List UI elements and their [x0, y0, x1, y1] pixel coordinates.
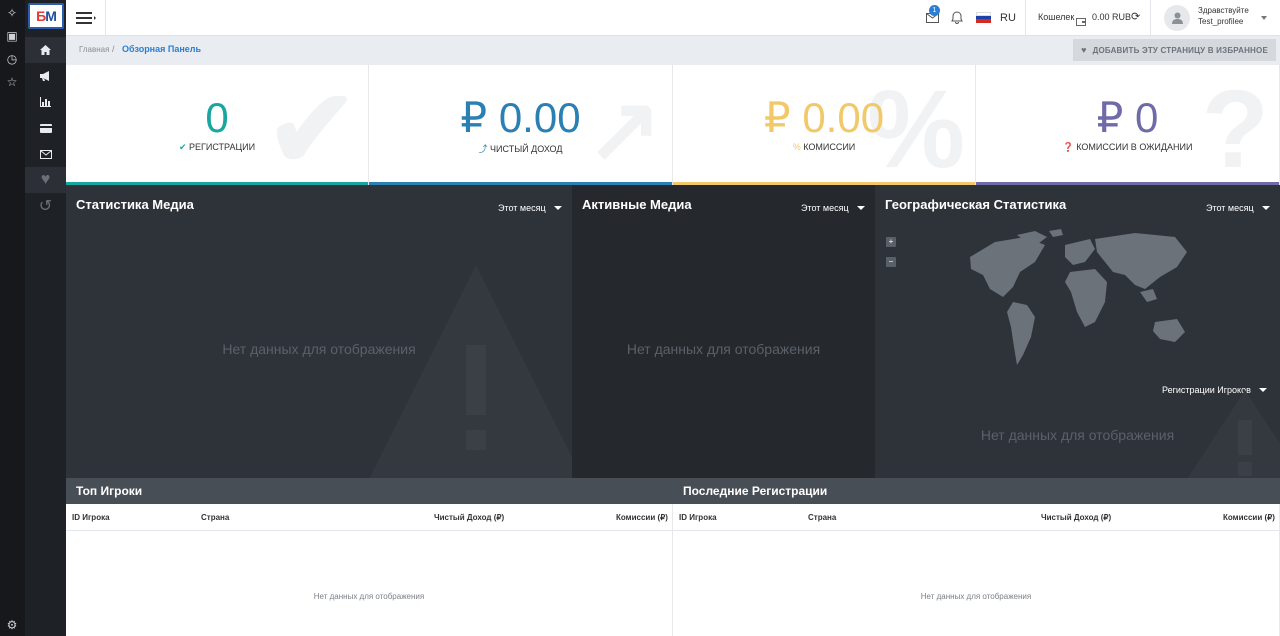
- column-header[interactable]: Комиссии (₽): [1223, 513, 1275, 522]
- kpi-pending-commissions: ? ₽ 0 ❓ КОМИССИИ В ОЖИДАНИИ: [976, 65, 1280, 185]
- menu-toggle-icon[interactable]: [66, 0, 106, 36]
- world-map[interactable]: [965, 227, 1195, 372]
- column-header[interactable]: Чистый Доход (₽): [434, 513, 504, 522]
- column-header[interactable]: ID Игрока: [72, 513, 110, 522]
- add-to-favorites-button[interactable]: ♥ ДОБАВИТЬ ЭТУ СТРАНИЦУ В ИЗБРАННОЕ: [1073, 39, 1276, 61]
- empty-state: Нет данных для отображения: [920, 592, 1032, 601]
- envelope-icon[interactable]: [25, 141, 66, 167]
- mail-badge: 1: [929, 5, 940, 16]
- empty-state: Нет данных для отображения: [313, 592, 425, 601]
- greeting-text: Здравствуйте: [1198, 6, 1249, 15]
- recent-registrations-header: Последние Регистрации: [673, 478, 1280, 504]
- period-dropdown[interactable]: Этот месяц: [498, 203, 562, 213]
- divider: [66, 530, 672, 531]
- breadcrumb-home[interactable]: Главная: [79, 45, 109, 54]
- wallet-amount: 0.00 RUB: [1092, 12, 1132, 22]
- username[interactable]: Test_profilee: [1198, 17, 1243, 26]
- breadcrumb-current: Обзорная Панель: [122, 44, 202, 54]
- caret-down-icon: [553, 206, 562, 210]
- warning-watermark-icon: [369, 265, 572, 478]
- panel-title: Статистика Медиа: [76, 197, 194, 212]
- column-header[interactable]: Страна: [808, 513, 836, 522]
- column-header[interactable]: Чистый Доход (₽): [1041, 513, 1111, 522]
- russia-flag-icon[interactable]: [976, 12, 991, 23]
- sidebar: БM ♥ ↺: [25, 0, 66, 636]
- star-icon[interactable]: ☆: [3, 73, 21, 91]
- kpi-net-income: ↗ ₽ 0.00 ⤴ ЧИСТЫЙ ДОХОД: [369, 65, 673, 185]
- caret-down-icon: [1261, 206, 1270, 210]
- app-rail: ✧ ▣ ◷ ☆ ⚙: [0, 0, 25, 636]
- bell-icon[interactable]: [951, 11, 963, 29]
- kpi-label: ❓ КОМИССИИ В ОЖИДАНИИ: [1062, 142, 1193, 152]
- top-players-header: Топ Игроки: [66, 478, 673, 504]
- kpi-value: ₽ 0: [1096, 94, 1159, 141]
- column-header[interactable]: Страна: [201, 513, 229, 522]
- kpi-label: ✔ РЕГИСТРАЦИИ: [178, 142, 256, 152]
- settings-gear-icon[interactable]: ⚙: [3, 616, 21, 634]
- heart-icon[interactable]: ♥: [25, 167, 66, 193]
- divider: [1025, 0, 1026, 36]
- history-icon[interactable]: ↺: [25, 193, 66, 219]
- kpi-value: ₽ 0.00: [460, 94, 581, 141]
- home-icon[interactable]: [25, 37, 66, 63]
- brand-logo[interactable]: БM: [28, 3, 64, 29]
- divider: [1150, 0, 1151, 36]
- wallet-label: Кошелек: [1038, 12, 1075, 22]
- megaphone-icon[interactable]: [25, 63, 66, 89]
- kpi-value: 0: [205, 94, 229, 141]
- avatar[interactable]: [1164, 5, 1190, 31]
- language-selector[interactable]: RU: [1000, 12, 1016, 24]
- percent-icon: %: [792, 142, 804, 152]
- panel-title: Географическая Статистика: [885, 197, 1067, 212]
- top-bar: 1 RU Кошелек 0.00 RUB ⟳ Здравствуйте Tes…: [66, 0, 1280, 36]
- map-zoom-out-button[interactable]: −: [886, 257, 896, 267]
- period-dropdown[interactable]: Этот месяц: [801, 203, 865, 213]
- period-dropdown[interactable]: Этот месяц: [1206, 203, 1270, 213]
- user-menu-chevron-icon[interactable]: [1261, 16, 1267, 20]
- empty-state: Нет данных для отображения: [626, 341, 821, 357]
- panel-title: Активные Медиа: [582, 197, 692, 212]
- network-icon[interactable]: ▣: [3, 27, 21, 45]
- column-header[interactable]: Комиссии (₽): [616, 513, 668, 522]
- check-icon: ✔: [178, 142, 189, 152]
- top-players-table: ID Игрока Страна Чистый Доход (₽) Комисс…: [66, 504, 673, 636]
- bar-chart-icon[interactable]: [25, 89, 66, 115]
- breadcrumb-separator: /: [112, 44, 115, 54]
- kpi-label: ⤴ ЧИСТЫЙ ДОХОД: [478, 144, 563, 154]
- media-stats-panel: Статистика Медиа Этот месяц Нет данных д…: [66, 185, 572, 478]
- line-chart-icon: ⤴: [478, 144, 491, 154]
- empty-state: Нет данных для отображения: [222, 341, 416, 357]
- kpi-commissions: % ₽ 0.00 % КОМИССИИ: [673, 65, 976, 185]
- sparkle-icon[interactable]: ✧: [3, 4, 21, 22]
- kpi-label: % КОМИССИИ: [792, 142, 856, 152]
- recent-registrations-table: ID Игрока Страна Чистый Доход (₽) Комисс…: [673, 504, 1280, 636]
- mail-icon[interactable]: 1: [926, 5, 940, 28]
- credit-card-icon[interactable]: [25, 115, 66, 141]
- empty-state: Нет данных для отображения: [980, 427, 1175, 443]
- refresh-icon[interactable]: ⟳: [1131, 10, 1140, 23]
- heart-icon: ♥: [1081, 45, 1087, 55]
- map-zoom-in-button[interactable]: +: [886, 237, 896, 247]
- active-media-panel: Активные Медиа Этот месяц Нет данных для…: [572, 185, 875, 478]
- add-to-favorites-label: ДОБАВИТЬ ЭТУ СТРАНИЦУ В ИЗБРАННОЕ: [1092, 45, 1268, 55]
- breadcrumb: Главная / Обзорная Панель ♥ ДОБАВИТЬ ЭТУ…: [66, 36, 1280, 65]
- caret-down-icon: [856, 206, 865, 210]
- clock-icon[interactable]: ◷: [3, 50, 21, 68]
- kpi-registrations: ✔ 0 ✔ РЕГИСТРАЦИИ: [66, 65, 369, 185]
- geo-stats-panel: Географическая Статистика Этот месяц + −…: [875, 185, 1280, 478]
- kpi-value: ₽ 0.00: [763, 94, 885, 141]
- column-header[interactable]: ID Игрока: [679, 513, 717, 522]
- table-title: Топ Игроки: [76, 484, 143, 498]
- divider: [673, 530, 1279, 531]
- logo-letter-b: Б: [36, 8, 46, 24]
- logo-letter-m: M: [45, 8, 57, 24]
- table-title: Последние Регистрации: [683, 484, 828, 498]
- wallet-icon: [1076, 13, 1086, 31]
- question-circle-icon: ❓: [1062, 142, 1077, 152]
